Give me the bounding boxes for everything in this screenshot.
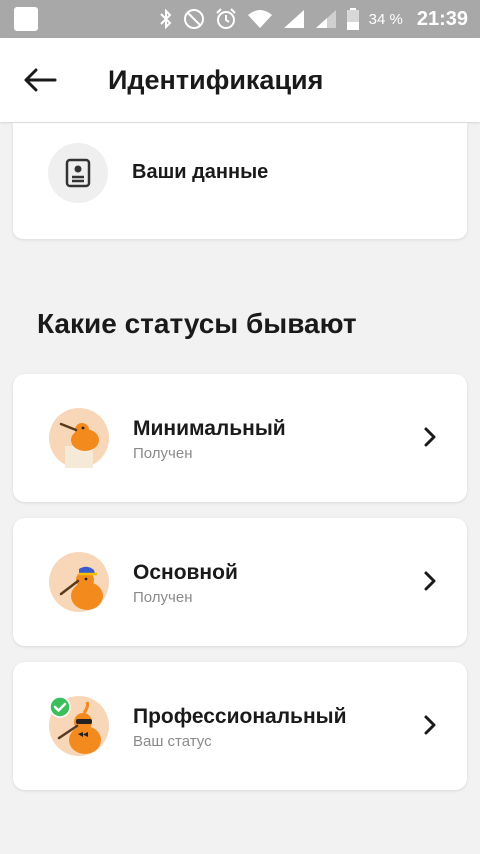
signal-icon [315, 10, 336, 28]
battery-icon [346, 8, 359, 30]
status-card-basic[interactable]: Основной Получен [13, 518, 467, 646]
back-button[interactable] [20, 62, 60, 98]
page-title: Идентификация [108, 65, 324, 95]
bird-minimal-avatar [49, 408, 109, 468]
chevron-right-icon [424, 571, 436, 591]
your-data-card[interactable]: Ваши данные [13, 123, 467, 239]
clock: 21:39 [416, 7, 468, 30]
status-card-minimal[interactable]: Минимальный Получен [13, 374, 467, 502]
app-bar: Идентификация [0, 38, 480, 122]
bird-basic-avatar [49, 552, 109, 612]
notification-square-icon [14, 7, 38, 31]
alarm-icon [215, 8, 236, 29]
check-icon [49, 696, 71, 718]
status-subtitle: Ваш статус [133, 733, 212, 750]
do-not-disturb-icon [183, 9, 204, 29]
chevron-right-icon [424, 715, 436, 735]
bird-professional-avatar [49, 696, 109, 756]
status-title: Профессиональный [133, 705, 347, 728]
arrow-left-icon [24, 68, 57, 92]
status-subtitle: Получен [133, 589, 193, 606]
bluetooth-icon [159, 9, 172, 29]
status-title: Минимальный [133, 417, 286, 440]
id-document-icon [48, 143, 108, 203]
wifi-icon [247, 10, 272, 28]
your-data-label: Ваши данные [132, 161, 269, 183]
status-subtitle: Получен [133, 445, 193, 462]
status-bar: 34 % 21:39 [0, 0, 480, 38]
chevron-right-icon [424, 427, 436, 447]
status-icons: 34 % 21:39 [159, 0, 468, 38]
status-card-professional[interactable]: Профессиональный Ваш статус [13, 662, 467, 790]
battery-percent: 34 % [368, 10, 403, 28]
status-title: Основной [133, 561, 238, 584]
signal-icon [283, 10, 304, 28]
section-title: Какие статусы бывают [37, 308, 357, 339]
